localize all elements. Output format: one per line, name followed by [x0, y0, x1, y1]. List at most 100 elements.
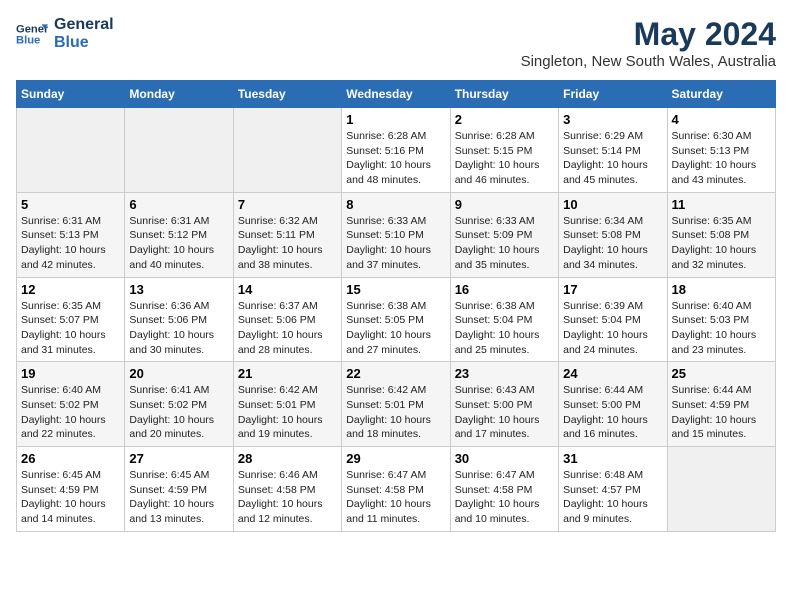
logo-general: General — [54, 16, 114, 34]
calendar-cell: 29 Sunrise: 6:47 AMSunset: 4:58 PMDayligh… — [342, 447, 450, 532]
day-info: Sunrise: 6:40 AMSunset: 5:03 PMDaylight:… — [672, 299, 771, 358]
day-number: 31 — [563, 451, 662, 466]
day-number: 19 — [21, 366, 120, 381]
day-info: Sunrise: 6:38 AMSunset: 5:04 PMDaylight:… — [455, 299, 554, 358]
calendar-table: SundayMondayTuesdayWednesdayThursdayFrid… — [16, 80, 776, 532]
day-number: 7 — [238, 197, 337, 212]
day-info: Sunrise: 6:47 AMSunset: 4:58 PMDaylight:… — [346, 468, 445, 527]
day-number: 17 — [563, 282, 662, 297]
calendar-cell: 22 Sunrise: 6:42 AMSunset: 5:01 PMDayligh… — [342, 362, 450, 447]
day-info: Sunrise: 6:28 AMSunset: 5:15 PMDaylight:… — [455, 129, 554, 188]
calendar-cell: 8Sunrise: 6:33 AMSunset: 5:10 PMDaylight… — [342, 192, 450, 277]
page-header: General Blue General Blue May 2024 Singl… — [16, 16, 776, 70]
header-tuesday: Tuesday — [233, 81, 341, 108]
day-info: Sunrise: 6:33 AMSunset: 5:09 PMDaylight:… — [455, 214, 554, 273]
calendar-cell: 13Sunrise: 6:36 AMSunset: 5:06 PMDayligh… — [125, 277, 233, 362]
day-number: 15 — [346, 282, 445, 297]
location-subtitle: Singleton, New South Wales, Australia — [521, 53, 776, 70]
day-info: Sunrise: 6:39 AMSunset: 5:04 PMDaylight:… — [563, 299, 662, 358]
calendar-cell: 19 Sunrise: 6:40 AMSunset: 5:02 PMDayligh… — [17, 362, 125, 447]
day-info: Sunrise: 6:38 AMSunset: 5:05 PMDaylight:… — [346, 299, 445, 358]
header-wednesday: Wednesday — [342, 81, 450, 108]
calendar-cell: 24Sunrise: 6:44 AMSunset: 5:00 PMDayligh… — [559, 362, 667, 447]
day-info: Sunrise: 6:36 AMSunset: 5:06 PMDaylight:… — [129, 299, 228, 358]
week-row-5: 26 Sunrise: 6:45 AMSunset: 4:59 PMDayligh… — [17, 447, 776, 532]
calendar-cell: 20Sunrise: 6:41 AMSunset: 5:02 PMDayligh… — [125, 362, 233, 447]
calendar-cell — [17, 108, 125, 193]
day-number: 4 — [672, 112, 771, 127]
calendar-cell: 4 Sunrise: 6:30 AMSunset: 5:13 PMDaylight… — [667, 108, 775, 193]
header-thursday: Thursday — [450, 81, 558, 108]
calendar-cell: 30 Sunrise: 6:47 AMSunset: 4:58 PMDayligh… — [450, 447, 558, 532]
day-info: Sunrise: 6:42 AMSunset: 5:01 PMDaylight:… — [346, 383, 445, 442]
day-number: 22 — [346, 366, 445, 381]
calendar-cell: 31Sunrise: 6:48 AMSunset: 4:57 PMDayligh… — [559, 447, 667, 532]
calendar-cell: 12 Sunrise: 6:35 AMSunset: 5:07 PMDayligh… — [17, 277, 125, 362]
svg-text:Blue: Blue — [16, 34, 40, 46]
day-number: 16 — [455, 282, 554, 297]
day-info: Sunrise: 6:35 AMSunset: 5:07 PMDaylight:… — [21, 299, 120, 358]
day-info: Sunrise: 6:44 AMSunset: 5:00 PMDaylight:… — [563, 383, 662, 442]
header-saturday: Saturday — [667, 81, 775, 108]
day-number: 21 — [238, 366, 337, 381]
day-info: Sunrise: 6:46 AMSunset: 4:58 PMDaylight:… — [238, 468, 337, 527]
day-number: 25 — [672, 366, 771, 381]
day-info: Sunrise: 6:28 AMSunset: 5:16 PMDaylight:… — [346, 129, 445, 188]
calendar-cell: 14Sunrise: 6:37 AMSunset: 5:06 PMDayligh… — [233, 277, 341, 362]
day-number: 10 — [563, 197, 662, 212]
week-row-4: 19 Sunrise: 6:40 AMSunset: 5:02 PMDayligh… — [17, 362, 776, 447]
day-number: 30 — [455, 451, 554, 466]
day-info: Sunrise: 6:41 AMSunset: 5:02 PMDaylight:… — [129, 383, 228, 442]
day-info: Sunrise: 6:31 AMSunset: 5:12 PMDaylight:… — [129, 214, 228, 273]
logo-icon: General Blue — [16, 18, 48, 50]
month-title: May 2024 — [521, 16, 776, 53]
calendar-cell: 17 Sunrise: 6:39 AMSunset: 5:04 PMDayligh… — [559, 277, 667, 362]
day-number: 12 — [21, 282, 120, 297]
calendar-cell: 26 Sunrise: 6:45 AMSunset: 4:59 PMDayligh… — [17, 447, 125, 532]
day-number: 6 — [129, 197, 228, 212]
calendar-cell: 1 Sunrise: 6:28 AMSunset: 5:16 PMDaylight… — [342, 108, 450, 193]
day-info: Sunrise: 6:44 AMSunset: 4:59 PMDaylight:… — [672, 383, 771, 442]
day-number: 28 — [238, 451, 337, 466]
day-info: Sunrise: 6:42 AMSunset: 5:01 PMDaylight:… — [238, 383, 337, 442]
header-friday: Friday — [559, 81, 667, 108]
calendar-cell — [667, 447, 775, 532]
day-info: Sunrise: 6:45 AMSunset: 4:59 PMDaylight:… — [21, 468, 120, 527]
calendar-cell: 3Sunrise: 6:29 AMSunset: 5:14 PMDaylight… — [559, 108, 667, 193]
calendar-cell: 5Sunrise: 6:31 AMSunset: 5:13 PMDaylight… — [17, 192, 125, 277]
day-info: Sunrise: 6:35 AMSunset: 5:08 PMDaylight:… — [672, 214, 771, 273]
day-number: 9 — [455, 197, 554, 212]
calendar-cell: 27Sunrise: 6:45 AMSunset: 4:59 PMDayligh… — [125, 447, 233, 532]
calendar-cell: 7 Sunrise: 6:32 AMSunset: 5:11 PMDaylight… — [233, 192, 341, 277]
day-number: 29 — [346, 451, 445, 466]
calendar-cell: 2Sunrise: 6:28 AMSunset: 5:15 PMDaylight… — [450, 108, 558, 193]
calendar-cell — [125, 108, 233, 193]
calendar-cell: 10 Sunrise: 6:34 AMSunset: 5:08 PMDayligh… — [559, 192, 667, 277]
day-number: 1 — [346, 112, 445, 127]
calendar-cell: 25 Sunrise: 6:44 AMSunset: 4:59 PMDayligh… — [667, 362, 775, 447]
calendar-cell: 11Sunrise: 6:35 AMSunset: 5:08 PMDayligh… — [667, 192, 775, 277]
day-number: 23 — [455, 366, 554, 381]
header-sunday: Sunday — [17, 81, 125, 108]
day-info: Sunrise: 6:30 AMSunset: 5:13 PMDaylight:… — [672, 129, 771, 188]
logo: General Blue General Blue — [16, 16, 114, 51]
day-info: Sunrise: 6:45 AMSunset: 4:59 PMDaylight:… — [129, 468, 228, 527]
calendar-header-row: SundayMondayTuesdayWednesdayThursdayFrid… — [17, 81, 776, 108]
calendar-cell: 9 Sunrise: 6:33 AMSunset: 5:09 PMDaylight… — [450, 192, 558, 277]
day-number: 18 — [672, 282, 771, 297]
day-info: Sunrise: 6:34 AMSunset: 5:08 PMDaylight:… — [563, 214, 662, 273]
day-info: Sunrise: 6:31 AMSunset: 5:13 PMDaylight:… — [21, 214, 120, 273]
week-row-3: 12 Sunrise: 6:35 AMSunset: 5:07 PMDayligh… — [17, 277, 776, 362]
day-number: 3 — [563, 112, 662, 127]
calendar-cell: 18 Sunrise: 6:40 AMSunset: 5:03 PMDayligh… — [667, 277, 775, 362]
day-info: Sunrise: 6:32 AMSunset: 5:11 PMDaylight:… — [238, 214, 337, 273]
day-info: Sunrise: 6:40 AMSunset: 5:02 PMDaylight:… — [21, 383, 120, 442]
calendar-cell: 21 Sunrise: 6:42 AMSunset: 5:01 PMDayligh… — [233, 362, 341, 447]
title-section: May 2024 Singleton, New South Wales, Aus… — [521, 16, 776, 70]
day-info: Sunrise: 6:47 AMSunset: 4:58 PMDaylight:… — [455, 468, 554, 527]
day-number: 14 — [238, 282, 337, 297]
day-number: 26 — [21, 451, 120, 466]
header-monday: Monday — [125, 81, 233, 108]
logo-blue: Blue — [54, 34, 114, 52]
week-row-2: 5Sunrise: 6:31 AMSunset: 5:13 PMDaylight… — [17, 192, 776, 277]
